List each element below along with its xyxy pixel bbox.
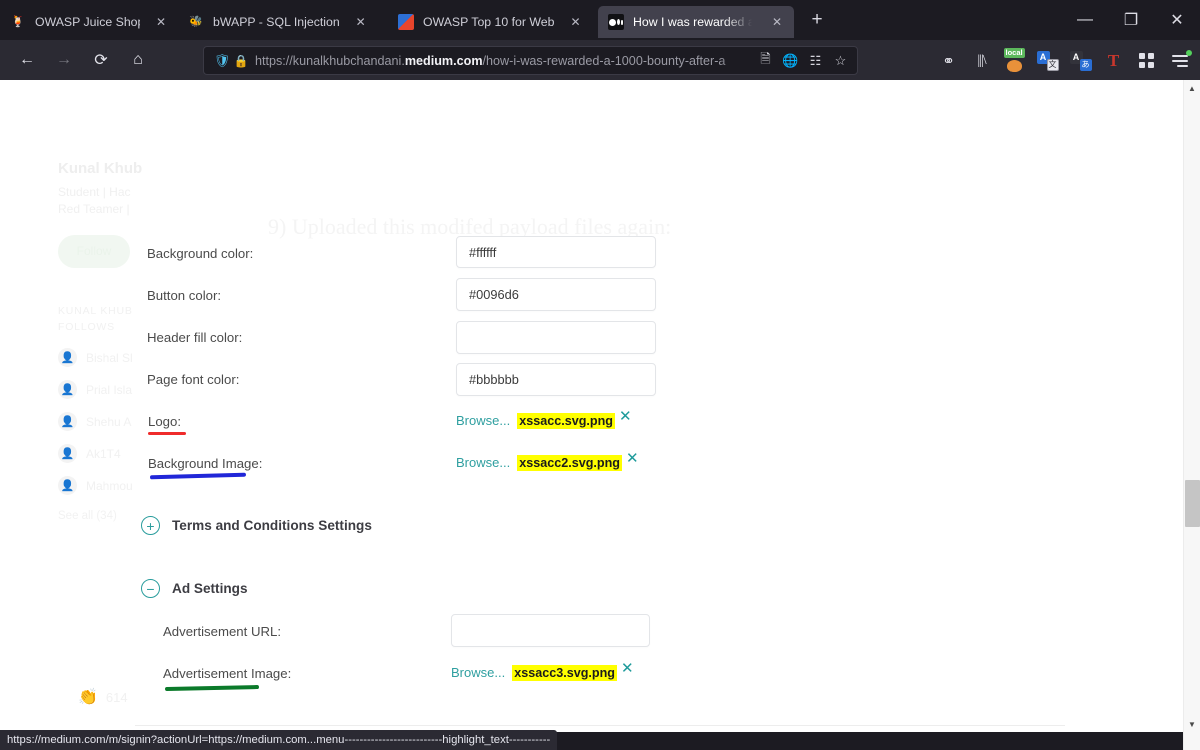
- tab-owasp-juice-shop[interactable]: 🍹 OWASP Juice Shop ✕: [0, 6, 178, 38]
- new-tab-button[interactable]: +: [802, 5, 832, 35]
- blue-underline-annotation: [149, 472, 247, 480]
- browse-button[interactable]: Browse...: [456, 413, 510, 428]
- field-row-background-color: Background color:: [147, 246, 253, 261]
- close-icon[interactable]: ✕: [564, 11, 586, 33]
- reload-icon[interactable]: ⟳: [84, 44, 118, 76]
- split-view-icon[interactable]: ☷: [803, 48, 828, 73]
- remove-file-icon[interactable]: ✕: [621, 659, 634, 677]
- field-label: Advertisement Image:: [163, 666, 292, 681]
- tab-label: OWASP Top 10 for Web: [423, 15, 555, 29]
- uploaded-filename: xssacc2.svg.png: [517, 455, 622, 471]
- forward-icon[interactable]: →: [47, 44, 81, 76]
- field-label: Logo:: [148, 414, 182, 429]
- translate-alt-icon[interactable]: Aあ: [1064, 46, 1097, 75]
- remove-file-icon[interactable]: ✕: [619, 407, 632, 425]
- tab-bwapp-sql-injection[interactable]: 🐝 bWAPP - SQL Injection ✕: [178, 6, 388, 38]
- window-controls: — ❐ ✕: [1062, 0, 1200, 40]
- tab-owasp-top-10[interactable]: OWASP Top 10 for Web ✕: [388, 6, 598, 38]
- close-window-icon[interactable]: ✕: [1154, 0, 1200, 40]
- field-row-button-color: Button color:: [147, 288, 221, 303]
- scroll-down-icon[interactable]: ▼: [1184, 716, 1200, 732]
- field-label: Header fill color:: [147, 330, 243, 345]
- scrollbar-thumb[interactable]: [1185, 480, 1200, 527]
- background-image-file-upload[interactable]: Browse... xssacc2.svg.png ✕: [456, 450, 639, 473]
- background-color-input[interactable]: #ffffff: [456, 236, 656, 268]
- close-icon[interactable]: ✕: [766, 11, 788, 33]
- back-icon[interactable]: ←: [10, 44, 44, 76]
- header-fill-color-input[interactable]: [456, 321, 656, 354]
- vertical-scrollbar[interactable]: ▲ ▼: [1183, 80, 1200, 750]
- green-underline-annotation: [164, 685, 260, 691]
- section-ad-settings[interactable]: − Ad Settings: [141, 579, 248, 598]
- field-label: Background color:: [147, 246, 254, 261]
- library-icon[interactable]: |||\: [965, 46, 998, 75]
- section-title: Ad Settings: [172, 581, 248, 596]
- field-row-advertisement-url: Advertisement URL:: [163, 624, 281, 639]
- local-badge-icon[interactable]: local: [998, 46, 1031, 75]
- reader-mode-icon[interactable]: 🗎: [753, 48, 778, 73]
- field-label: Button color:: [147, 288, 222, 303]
- field-label: Background Image:: [148, 456, 263, 471]
- browser-window: 🍹 OWASP Juice Shop ✕ 🐝 bWAPP - SQL Injec…: [0, 0, 1200, 750]
- extensions-icon[interactable]: [1130, 46, 1163, 75]
- url-text: https://kunalkhubchandani.medium.com/how…: [255, 53, 726, 68]
- plus-circle-icon[interactable]: +: [141, 516, 160, 535]
- page-viewport: 9) Uploaded this modifed payload files a…: [0, 80, 1200, 732]
- advertisement-url-input[interactable]: [451, 614, 650, 647]
- minimize-icon[interactable]: —: [1062, 0, 1108, 40]
- page-font-color-input[interactable]: #bbbbbb: [456, 363, 656, 396]
- logo-file-upload[interactable]: Browse... xssacc.svg.png ✕: [456, 408, 632, 431]
- home-icon[interactable]: ⌂: [121, 44, 155, 76]
- shield-icon[interactable]: 🛡: [212, 53, 232, 69]
- browse-button[interactable]: Browse...: [456, 455, 510, 470]
- medium-favicon: [608, 14, 624, 30]
- close-icon[interactable]: ✕: [350, 11, 372, 33]
- juice-shop-favicon: 🍹: [11, 15, 25, 28]
- app-menu-icon[interactable]: [1163, 46, 1196, 75]
- field-row-page-font-color: Page font color:: [147, 372, 239, 387]
- tab-medium-article[interactable]: How I was rewarded a $1000 bo ✕: [598, 6, 794, 38]
- button-color-input[interactable]: #0096d6: [456, 278, 656, 311]
- tab-label: OWASP Juice Shop: [35, 15, 140, 29]
- translate-page-icon[interactable]: 🌐: [778, 48, 803, 73]
- section-divider: [135, 725, 1065, 726]
- tab-strip: 🍹 OWASP Juice Shop ✕ 🐝 bWAPP - SQL Injec…: [0, 0, 1200, 40]
- browse-button[interactable]: Browse...: [451, 665, 505, 680]
- maximize-icon[interactable]: ❐: [1108, 0, 1154, 40]
- field-row-background-image: Background Image:: [148, 456, 262, 471]
- owasp-favicon: [398, 14, 414, 30]
- text-tool-icon[interactable]: T: [1097, 46, 1130, 75]
- field-row-advertisement-image: Advertisement Image:: [163, 666, 291, 681]
- tab-label: How I was rewarded a $1000 bo: [633, 15, 756, 29]
- embedded-form-screenshot: Background color: #ffffff Button color: …: [0, 80, 1183, 732]
- uploaded-filename: xssacc.svg.png: [517, 413, 615, 429]
- status-bar: https://medium.com/m/signin?actionUrl=ht…: [0, 730, 558, 750]
- tab-label: bWAPP - SQL Injection: [213, 15, 340, 29]
- toolbar-icons: ⚭ |||\ local A文 Aあ T: [932, 46, 1196, 75]
- field-row-header-fill-color: Header fill color:: [147, 330, 242, 345]
- field-row-logo: Logo:: [148, 414, 181, 429]
- scroll-up-icon[interactable]: ▲: [1184, 80, 1200, 96]
- red-underline-annotation: [148, 432, 186, 435]
- remove-file-icon[interactable]: ✕: [626, 449, 639, 467]
- advertisement-image-file-upload[interactable]: Browse... xssacc3.svg.png ✕: [451, 660, 634, 683]
- section-terms-and-conditions-settings[interactable]: + Terms and Conditions Settings: [141, 516, 372, 535]
- page-content: 9) Uploaded this modifed payload files a…: [0, 80, 1183, 732]
- lock-icon[interactable]: 🔒: [232, 54, 250, 68]
- pocket-icon[interactable]: ⚭: [932, 46, 965, 75]
- field-label: Page font color:: [147, 372, 240, 387]
- update-dot-icon: [1186, 50, 1192, 56]
- bwapp-favicon: 🐝: [189, 15, 203, 28]
- close-icon[interactable]: ✕: [150, 11, 172, 33]
- bookmark-star-icon[interactable]: ☆: [828, 48, 853, 73]
- field-label: Advertisement URL:: [163, 624, 281, 639]
- uploaded-filename: xssacc3.svg.png: [512, 665, 617, 681]
- translate-icon[interactable]: A文: [1031, 46, 1064, 75]
- minus-circle-icon[interactable]: −: [141, 579, 160, 598]
- address-bar[interactable]: 🛡 🔒 https://kunalkhubchandani.medium.com…: [203, 46, 858, 75]
- section-title: Terms and Conditions Settings: [172, 518, 372, 533]
